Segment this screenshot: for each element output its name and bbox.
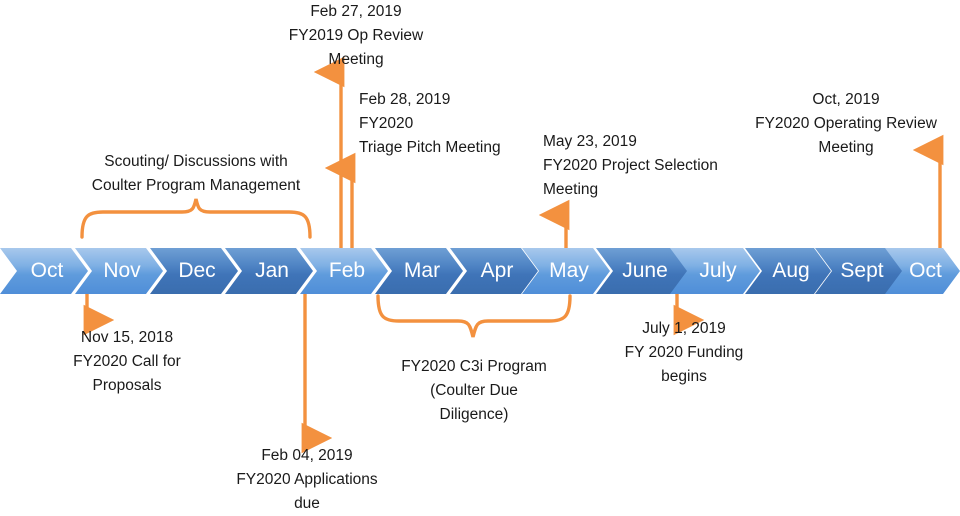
- timeline-track: Oct Nov Dec Jan Feb Mar Apr May June Jul…: [0, 248, 960, 294]
- timeline-month-label: Oct: [909, 259, 942, 282]
- timeline-month-label: May: [549, 259, 589, 282]
- brace-c3i: [376, 294, 572, 338]
- timeline-month-label: June: [622, 259, 668, 282]
- timeline-month-oct-2018[interactable]: Oct: [0, 248, 88, 294]
- brace-scouting: [80, 198, 312, 239]
- timeline-month-label: Dec: [178, 259, 216, 282]
- timeline-month-label: Jan: [255, 259, 289, 282]
- annotation-oct2019: Oct, 2019 FY2020 Operating Review Meetin…: [755, 91, 937, 156]
- annotation-c3i: FY2020 C3i Program (Coulter Due Diligenc…: [401, 358, 547, 423]
- timeline-diagram: Oct Nov Dec Jan Feb Mar Apr May June Jul…: [0, 0, 960, 512]
- timeline-month-feb[interactable]: Feb: [300, 248, 388, 294]
- timeline-month-label: Nov: [103, 259, 141, 282]
- timeline-month-nov[interactable]: Nov: [75, 248, 163, 294]
- annotation-feb04: Feb 04, 2019 FY2020 Applications due: [236, 447, 378, 512]
- timeline-month-label: Mar: [403, 259, 441, 282]
- annotation-feb27: Feb 27, 2019 FY2019 Op Review Meeting: [288, 3, 424, 68]
- timeline-month-apr[interactable]: Apr: [450, 248, 538, 294]
- annotation-scouting: Scouting/ Discussions with Coulter Progr…: [91, 153, 301, 194]
- timeline-month-label: Feb: [328, 259, 366, 282]
- timeline-month-dec[interactable]: Dec: [150, 248, 238, 294]
- annotation-nov15: Nov 15, 2018 FY2020 Call for Proposals: [73, 329, 181, 394]
- timeline-month-label: July: [699, 259, 737, 282]
- annotation-july1: July 1, 2019 FY 2020 Funding begins: [624, 320, 744, 385]
- timeline-month-label: Aug: [772, 259, 810, 282]
- timeline-month-label: Apr: [480, 259, 514, 282]
- timeline-month-jan[interactable]: Jan: [225, 248, 313, 294]
- timeline-month-mar[interactable]: Mar: [375, 248, 463, 294]
- timeline-month-label: Sept: [840, 259, 884, 282]
- timeline-month-label: Oct: [30, 259, 64, 282]
